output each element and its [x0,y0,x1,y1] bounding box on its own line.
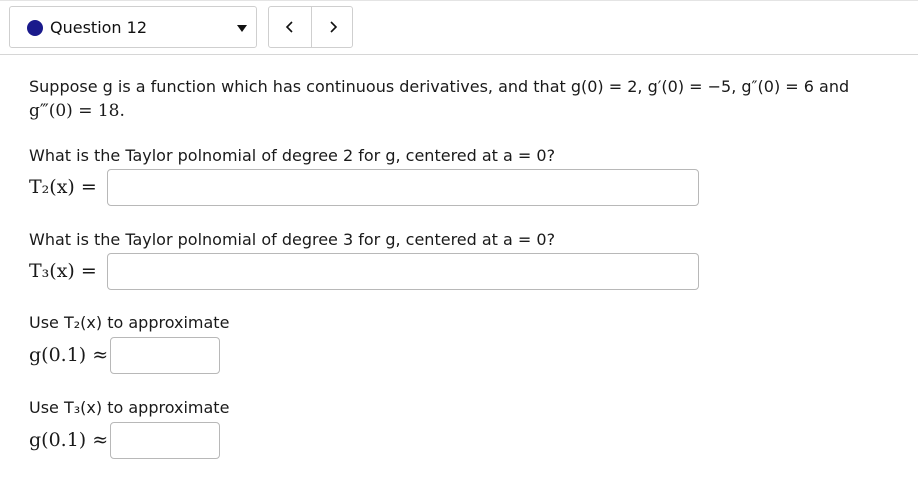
chevron-left-icon [285,21,293,33]
part4-label: g(0.1) ≈ [29,429,109,451]
question-nav [268,6,353,48]
top-divider [0,0,918,1]
part2-prompt: What is the Taylor polnomial of degree 3… [29,230,556,249]
question-selector[interactable]: Question 12 [9,6,257,48]
part4-answer-input[interactable] [110,422,220,459]
part1-answer-input[interactable] [107,169,699,206]
caret-down-icon [237,25,247,32]
part3-prompt: Use T₂(x) to approximate [29,313,230,332]
part2-label: T₃(x) = [29,260,97,282]
header-divider [0,54,918,55]
problem-intro: Suppose g is a function which has contin… [29,77,850,96]
part4-prompt: Use T₃(x) to approximate [29,398,230,417]
next-question-button[interactable] [312,7,354,47]
part2-answer-input[interactable] [107,253,699,290]
question-status-icon [27,20,43,36]
question-page: Question 12 Suppose g is a function whic… [0,0,918,478]
chevron-right-icon [330,21,338,33]
part3-answer-input[interactable] [110,337,220,374]
question-label: Question 12 [50,18,148,37]
part3-label: g(0.1) ≈ [29,344,109,366]
problem-intro-line2: g‴(0) = 18. [29,101,125,121]
part1-label: T₂(x) = [29,176,97,198]
part1-prompt: What is the Taylor polnomial of degree 2… [29,146,556,165]
previous-question-button[interactable] [269,7,311,47]
